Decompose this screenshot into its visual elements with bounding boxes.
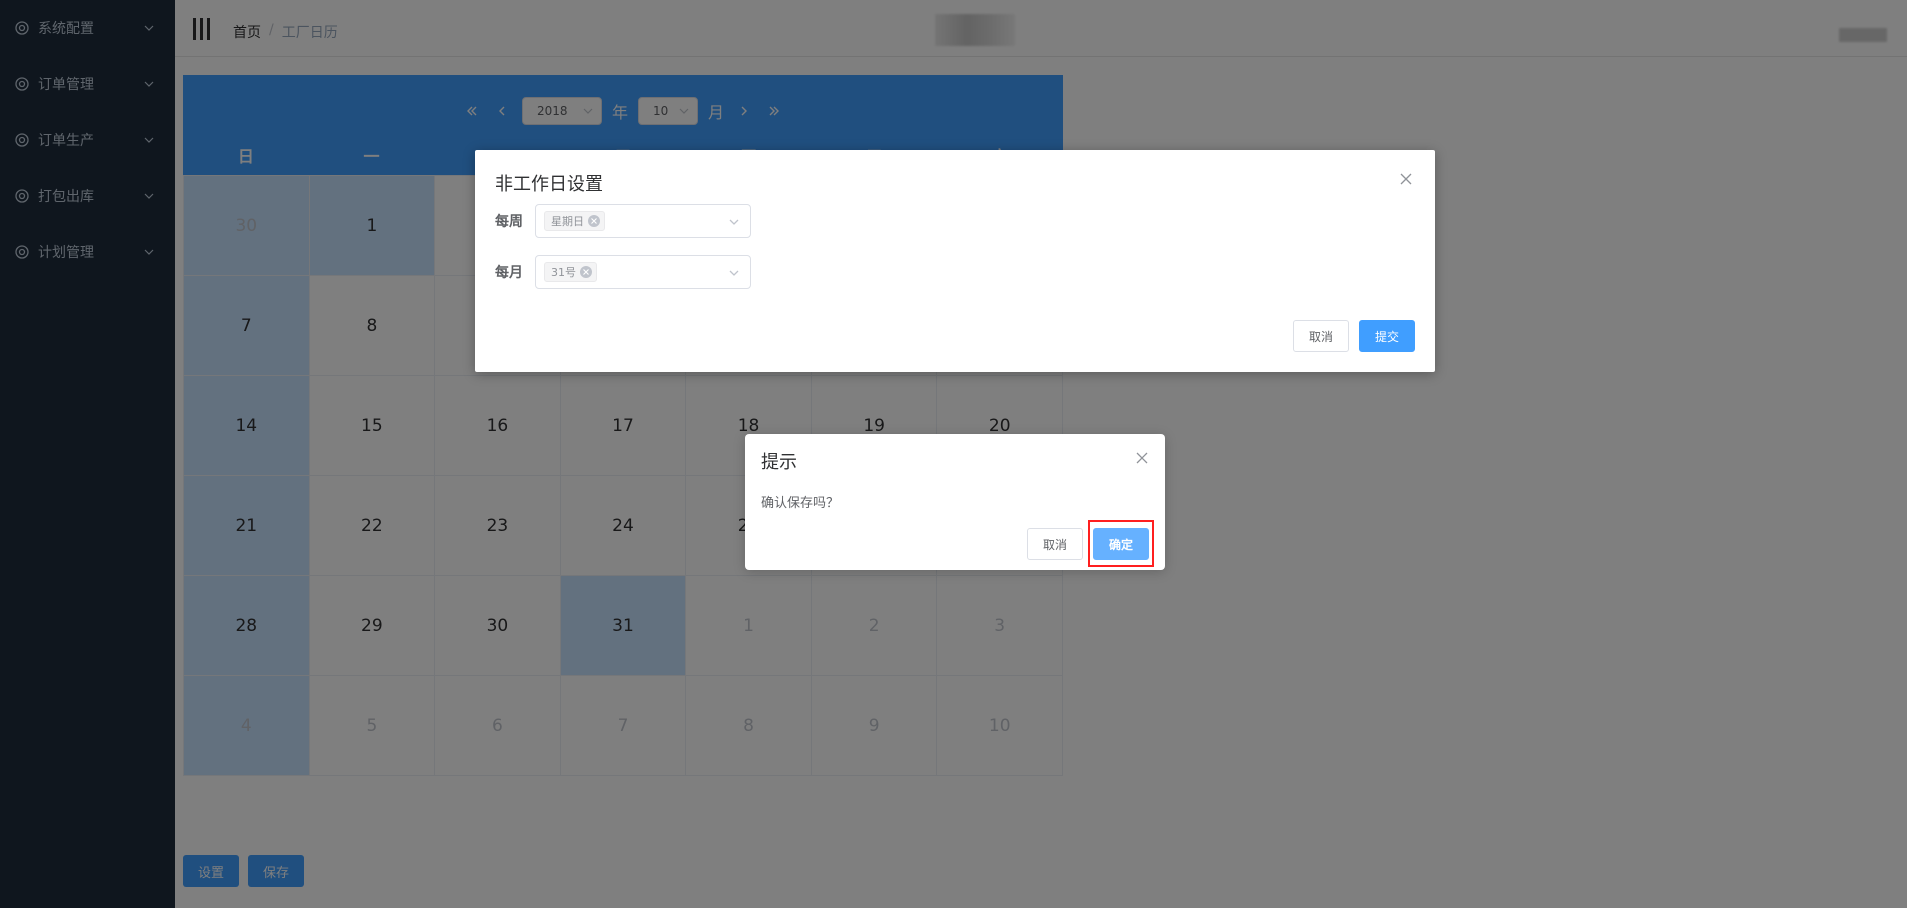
- weekly-tag: 星期日: [544, 211, 605, 231]
- tag-close-icon[interactable]: [580, 266, 592, 278]
- confirm-title: 提示: [761, 452, 797, 473]
- settings-cancel-button[interactable]: 取消: [1293, 320, 1349, 352]
- highlight-box: [1088, 520, 1154, 567]
- submit-button[interactable]: 提交: [1359, 320, 1415, 352]
- close-icon[interactable]: [1135, 451, 1149, 465]
- tag-close-icon[interactable]: [588, 215, 600, 227]
- confirm-message: 确认保存吗？: [761, 496, 840, 511]
- weekly-tag-label: 星期日: [551, 215, 584, 228]
- non-workday-settings-dialog: 非工作日设置 每周 星期日 每月 31号 取消 提交: [475, 150, 1435, 372]
- weekly-label: 每周: [495, 214, 523, 230]
- dialog-title: 非工作日设置: [495, 174, 603, 195]
- monthly-select[interactable]: 31号: [535, 255, 751, 289]
- monthly-row: 每月 31号: [495, 255, 751, 289]
- monthly-tag-label: 31号: [551, 266, 576, 279]
- monthly-tag: 31号: [544, 262, 597, 282]
- weekly-row: 每周 星期日: [495, 204, 751, 238]
- close-icon[interactable]: [1399, 172, 1413, 186]
- chevron-down-icon: [728, 267, 740, 279]
- monthly-label: 每月: [495, 265, 523, 281]
- confirm-cancel-button[interactable]: 取消: [1027, 528, 1083, 560]
- chevron-down-icon: [728, 216, 740, 228]
- weekly-select[interactable]: 星期日: [535, 204, 751, 238]
